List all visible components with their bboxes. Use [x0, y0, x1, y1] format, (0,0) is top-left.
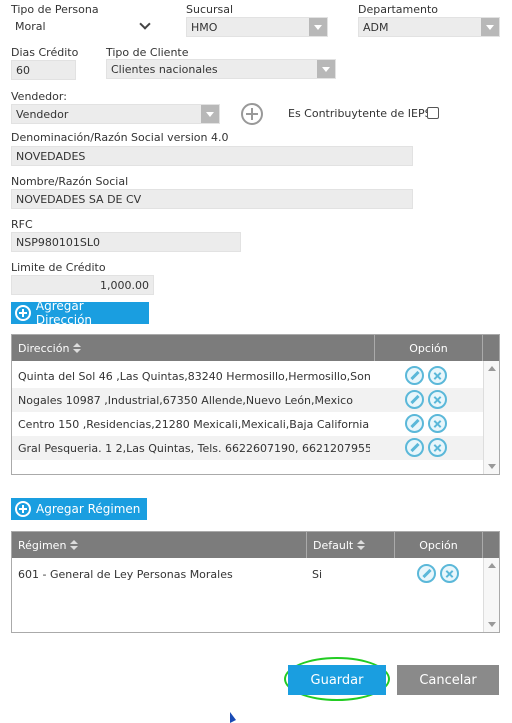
add-regimen-label: Agregar Régimen — [36, 502, 141, 516]
nombre-input[interactable]: NOVEDADES SA DE CV — [11, 189, 413, 209]
save-button[interactable]: Guardar — [288, 665, 386, 695]
col-opcion-label: Opción — [419, 538, 458, 552]
regimen-scrollbar[interactable] — [483, 558, 499, 632]
vendedor-label: Vendedor: — [11, 90, 67, 103]
col-opcion-header: Opción — [375, 335, 483, 361]
ieps-label: Es Contribuytente de IEPS: — [288, 107, 436, 120]
departamento-label: Departamento — [358, 3, 439, 16]
col-default-label: Default — [313, 538, 354, 552]
scroll-up-icon[interactable] — [488, 563, 496, 568]
cancel-button[interactable]: Cancelar — [397, 665, 499, 695]
regimen-grid-header: Régimen Default Opción — [12, 532, 499, 558]
plus-circle-icon — [15, 501, 31, 517]
add-direccion-button[interactable]: Agregar Dirección — [11, 299, 149, 327]
dias-credito-label: Dias Crédito — [11, 46, 79, 59]
regimen-grid: Régimen Default Opción 601 - General de … — [11, 531, 500, 633]
default-cell: Si — [312, 568, 323, 581]
col-default-header[interactable]: Default — [307, 532, 395, 558]
dias-credito-input[interactable]: 60 — [11, 60, 76, 80]
plus-circle-icon — [15, 305, 31, 321]
persona-value: Moral — [15, 20, 46, 33]
tipo-cliente-select[interactable]: Clientes nacionales — [106, 59, 336, 79]
table-row[interactable]: 601 - General de Ley Personas Morales Si — [12, 562, 483, 586]
edit-icon[interactable] — [405, 438, 424, 457]
table-row[interactable]: Quinta del Sol 46 ,Las Quintas,83240 Her… — [12, 364, 483, 388]
col-regimen-label: Régimen — [18, 538, 67, 552]
sort-icon — [73, 343, 82, 353]
vendedor-value: Vendedor — [16, 108, 69, 121]
col-regimen-header[interactable]: Régimen — [12, 532, 307, 558]
direccion-grid: Dirección Opción Quinta del Sol 46 ,Las … — [11, 334, 500, 475]
departamento-value: ADM — [363, 21, 389, 34]
nombre-label: Nombre/Razón Social — [11, 175, 129, 188]
departamento-select[interactable]: ADM — [358, 17, 500, 37]
edit-icon[interactable] — [417, 564, 436, 583]
scroll-down-icon[interactable] — [488, 464, 496, 469]
persona-label: Tipo de Persona — [11, 3, 99, 16]
sort-icon — [70, 540, 79, 550]
direccion-cell: Quinta del Sol 46 ,Las Quintas,83240 Her… — [18, 370, 370, 383]
table-row[interactable]: Gral Pesqueria. 1 2,Las Quintas, Tels. 6… — [12, 436, 483, 460]
scroll-down-icon[interactable] — [488, 622, 496, 627]
direccion-scrollbar[interactable] — [483, 361, 499, 474]
tipo-cliente-value: Clientes nacionales — [111, 63, 218, 76]
limite-label: Limite de Crédito — [11, 261, 106, 274]
sucursal-select[interactable]: HMO — [186, 17, 328, 37]
sucursal-value: HMO — [191, 21, 218, 34]
add-vendedor-icon[interactable] — [241, 103, 263, 125]
rfc-input[interactable]: NSP980101SL0 — [11, 232, 241, 252]
edit-icon[interactable] — [405, 390, 424, 409]
table-row[interactable]: Centro 150 ,Residencias,21280 Mexicali,M… — [12, 412, 483, 436]
regimen-cell: 601 - General de Ley Personas Morales — [18, 568, 233, 581]
chevron-down-icon — [136, 17, 154, 35]
delete-icon[interactable] — [440, 564, 459, 583]
direccion-cell: Centro 150 ,Residencias,21280 Mexicali,M… — [18, 418, 370, 431]
col-opcion-header: Opción — [395, 532, 483, 558]
add-regimen-button[interactable]: Agregar Régimen — [11, 498, 147, 520]
sucursal-label: Sucursal — [186, 3, 234, 16]
direccion-grid-header: Dirección Opción — [12, 335, 499, 361]
delete-icon[interactable] — [428, 366, 447, 385]
col-opcion-label: Opción — [409, 341, 448, 355]
table-row[interactable]: Nogales 10987 ,Industrial,67350 Allende,… — [12, 388, 483, 412]
denominacion-label: Denominación/Razón Social version 4.0 — [11, 131, 229, 144]
sort-icon — [357, 540, 366, 550]
dropdown-arrow-icon — [309, 18, 327, 36]
vendedor-select[interactable]: Vendedor — [11, 104, 220, 124]
add-direccion-label: Agregar Dirección — [35, 299, 93, 327]
edit-icon[interactable] — [405, 366, 424, 385]
ieps-checkbox[interactable] — [427, 107, 439, 119]
direccion-cell: Gral Pesqueria. 1 2,Las Quintas, Tels. 6… — [18, 442, 370, 455]
tipo-cliente-label: Tipo de Cliente — [106, 46, 189, 59]
delete-icon[interactable] — [428, 390, 447, 409]
mouse-cursor-icon — [230, 712, 236, 723]
rfc-label: RFC — [11, 218, 33, 231]
dropdown-arrow-icon — [317, 60, 335, 78]
col-direccion-label: Dirección — [18, 341, 70, 355]
col-direccion-header[interactable]: Dirección — [12, 335, 375, 361]
dropdown-arrow-icon — [201, 105, 219, 123]
delete-icon[interactable] — [428, 438, 447, 457]
denominacion-input[interactable]: NOVEDADES — [11, 146, 413, 166]
limite-input[interactable]: 1,000.00 — [11, 275, 154, 295]
persona-select[interactable]: Moral — [11, 17, 154, 37]
scroll-up-icon[interactable] — [488, 366, 496, 371]
dropdown-arrow-icon — [481, 18, 499, 36]
delete-icon[interactable] — [428, 414, 447, 433]
direccion-cell: Nogales 10987 ,Industrial,67350 Allende,… — [18, 394, 353, 407]
edit-icon[interactable] — [405, 414, 424, 433]
